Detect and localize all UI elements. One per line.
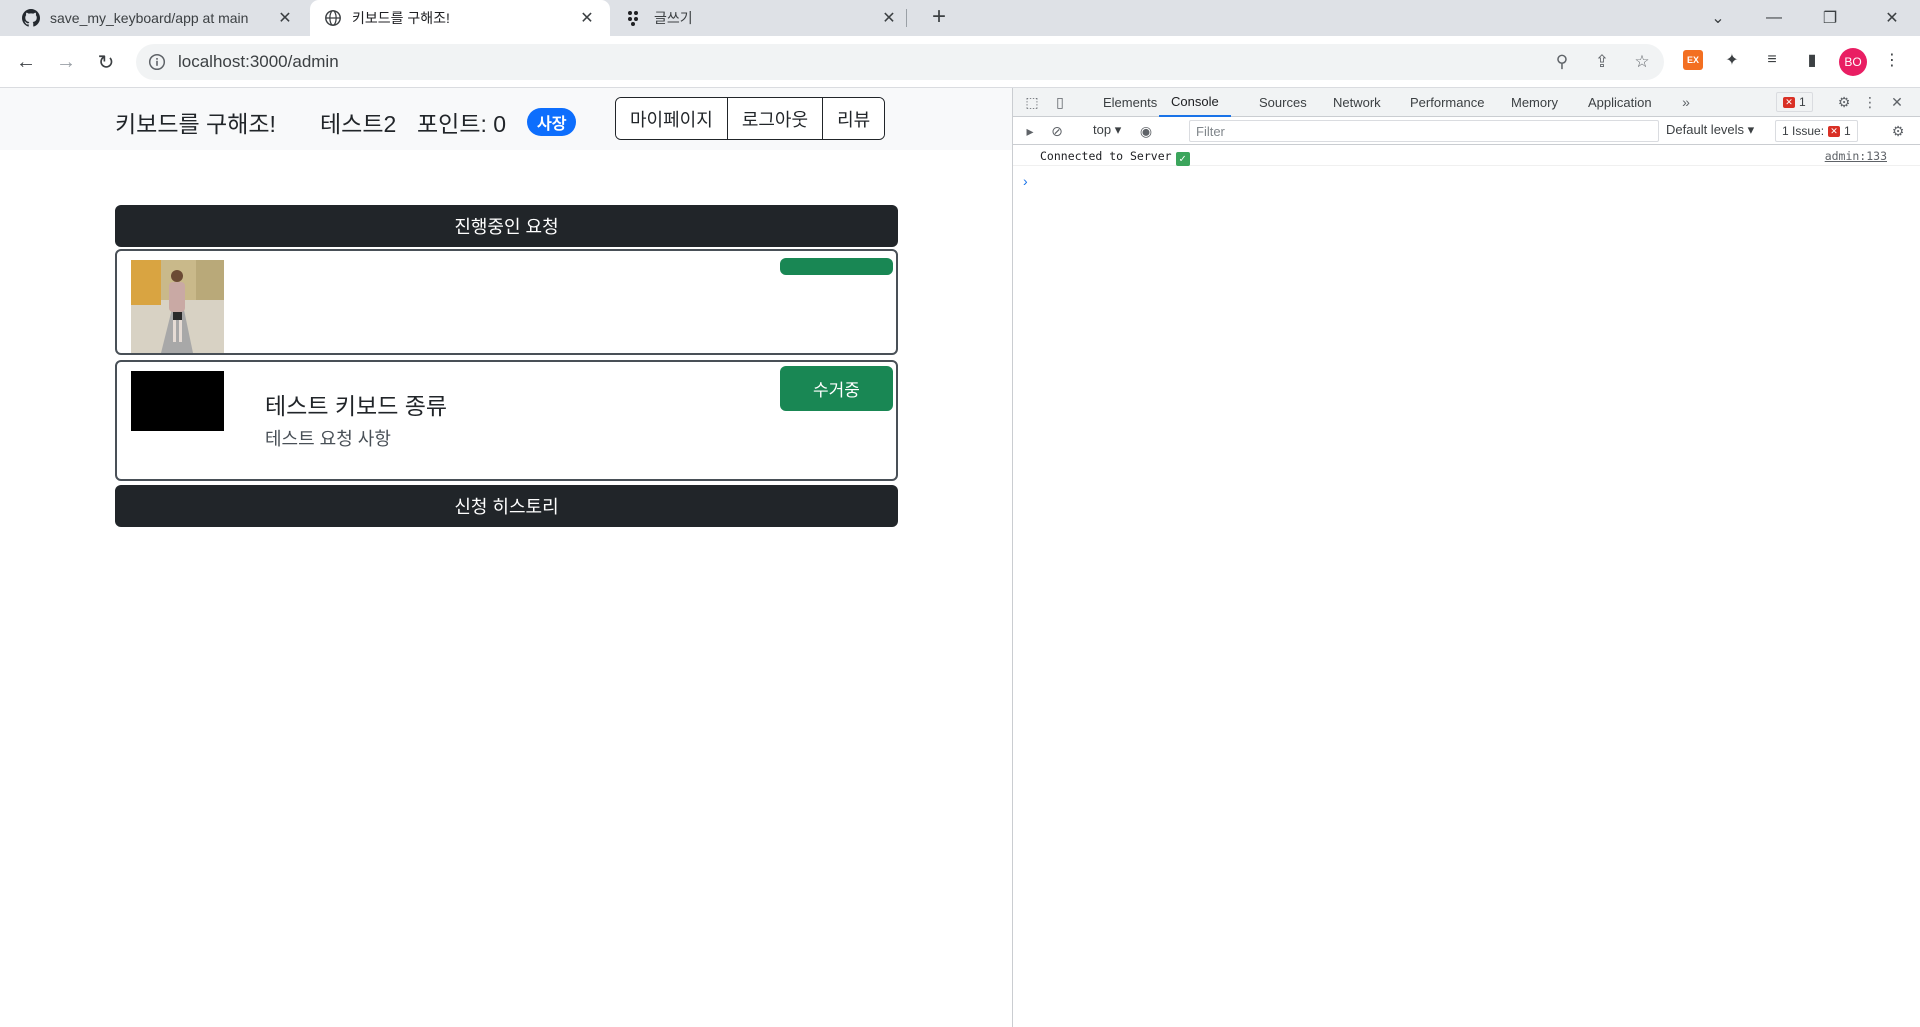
context-selector[interactable]: top ▾ [1093,122,1121,138]
request-card: 테스트 키보드 종류 테스트 요청 사항 수거중 [115,360,898,481]
request-card [115,249,898,355]
tab-title: 키보드를 구해조! [352,10,450,26]
info-icon[interactable] [148,53,166,71]
devtools-tabbar: ⬚ ▯ Elements Console Sources Network Per… [1013,88,1920,117]
devtools-tab-application[interactable]: Application [1588,88,1652,117]
request-details: 테스트 요청 사항 [265,429,391,449]
devtools-tab-performance[interactable]: Performance [1410,88,1484,117]
nav-button-group: 마이페이지 로그아웃 리뷰 [615,97,886,140]
dots-icon [626,9,644,27]
console-sidebar-icon[interactable]: ▸ [1020,121,1040,141]
minimize-button[interactable]: — [1746,0,1802,36]
extension-badge-icon[interactable]: EX [1681,48,1705,72]
extension-badge-text: EX [1683,50,1703,70]
error-count: 1 [1799,95,1806,109]
site-navbar: 키보드를 구해조! 테스트2 포인트: 0 사장 마이페이지 로그아웃 리뷰 [0,88,1012,150]
browser-menu-icon[interactable]: ⋮ [1880,48,1904,72]
devtools-tab-memory[interactable]: Memory [1511,88,1558,117]
github-icon [22,9,40,27]
device-toolbar-icon[interactable]: ▯ [1050,92,1070,112]
issue-error-icon: ✕ [1828,125,1841,137]
media-queue-icon[interactable]: ≡ [1760,48,1784,72]
tab-close-icon[interactable]: ✕ [276,8,294,28]
restore-button[interactable]: ❐ [1802,0,1858,36]
log-levels-value: Default levels [1666,122,1745,137]
zoom-icon[interactable]: ⚲ [1552,52,1572,72]
error-counter[interactable]: ✕ 1 [1776,92,1813,112]
tab-close-icon[interactable]: ✕ [880,8,898,28]
tab-github[interactable]: save_my_keyboard/app at main ✕ [8,0,308,36]
issues-label: 1 Issue: [1782,124,1825,138]
tab-title: 글쓰기 [654,10,693,26]
settings-gear-icon[interactable]: ⚙ [1834,92,1854,112]
request-thumbnail [131,260,224,353]
history-header[interactable]: 신청 히스토리 [115,485,898,527]
points-label: 포인트: 0 [417,111,507,137]
back-arrow-icon[interactable]: ← [12,48,40,76]
tab-separator [906,9,907,27]
globe-icon [324,9,342,27]
keyboard-type: 테스트 키보드 종류 [265,393,448,419]
close-devtools-icon[interactable]: ✕ [1887,92,1907,112]
address-bar[interactable]: localhost:3000/admin ⚲ ⇪ ☆ [136,44,1664,80]
issues-count: 1 [1844,124,1851,138]
devtools-panel: ⬚ ▯ Elements Console Sources Network Per… [1012,88,1920,1027]
console-settings-gear-icon[interactable]: ⚙ [1888,121,1908,141]
issues-button[interactable]: 1 Issue: ✕ 1 [1775,120,1858,142]
inspect-element-icon[interactable]: ⬚ [1022,92,1042,112]
side-panel-icon[interactable]: ▮ [1800,48,1824,72]
check-mark-icon: ✓ [1175,151,1190,166]
console-message-text: Connected to Server [1040,149,1172,163]
review-button[interactable]: 리뷰 [822,98,885,139]
devtools-tab-sources[interactable]: Sources [1259,88,1307,117]
console-message-row: Connected to Server ✓ admin:133 [1013,146,1920,166]
log-levels-select[interactable]: Default levels ▾ [1666,122,1754,138]
devtools-tab-elements[interactable]: Elements [1103,88,1157,117]
devtools-menu-icon[interactable]: ⋮ [1860,92,1880,112]
devtools-tab-network[interactable]: Network [1333,88,1381,117]
request-thumbnail [131,371,224,431]
live-expression-eye-icon[interactable]: ◉ [1136,121,1156,141]
tab-close-icon[interactable]: ✕ [578,8,596,28]
user-name: 테스트2 [320,111,397,137]
tab-write[interactable]: 글쓰기 ✕ [612,0,912,36]
puzzle-extensions-icon[interactable]: ✦ [1720,48,1744,72]
profile-avatar[interactable]: BO [1839,48,1867,76]
reload-icon[interactable]: ↻ [92,48,120,76]
tab-search-chevron-icon[interactable]: ⌄ [1690,0,1746,36]
tab-title: save_my_keyboard/app at main [50,10,249,26]
tab-strip: save_my_keyboard/app at main ✕ 키보드를 구해조!… [0,0,1920,36]
page-content: 키보드를 구해조! 테스트2 포인트: 0 사장 마이페이지 로그아웃 리뷰 진… [0,88,1012,1027]
more-tabs-chevron-icon[interactable]: » [1676,92,1696,112]
console-message: Connected to Server ✓ [1040,149,1190,166]
in-progress-header[interactable]: 진행중인 요청 [115,205,898,247]
forward-arrow-icon[interactable]: → [52,48,80,76]
close-window-button[interactable]: ✕ [1864,0,1920,36]
console-source-link[interactable]: admin:133 [1825,149,1887,163]
devtools-tab-console[interactable]: Console [1159,88,1231,117]
share-icon[interactable]: ⇪ [1592,52,1612,72]
console-filterbar: ▸ ⊘ top ▾ ◉ Filter Default levels ▾ 1 Is… [1013,117,1920,145]
url-text: localhost:3000/admin [178,52,339,71]
error-icon: ✕ [1783,96,1795,108]
status-button[interactable] [780,258,893,275]
browser-toolbar: ← → ↻ localhost:3000/admin ⚲ ⇪ ☆ EX ✦ ≡ … [0,36,1920,88]
tab-active[interactable]: 키보드를 구해조! ✕ [310,0,610,36]
status-button[interactable]: 수거중 [780,366,893,411]
new-tab-button[interactable]: + [925,4,953,32]
site-brand[interactable]: 키보드를 구해조! [115,105,276,139]
role-badge: 사장 [527,108,577,136]
mypage-button[interactable]: 마이페이지 [616,98,727,139]
console-filter-input[interactable]: Filter [1189,120,1659,142]
bookmark-star-icon[interactable]: ☆ [1632,52,1652,72]
console-prompt-chevron-icon[interactable]: › [1023,173,1028,189]
clear-console-icon[interactable]: ⊘ [1047,121,1067,141]
context-value: top [1093,122,1112,137]
logout-button[interactable]: 로그아웃 [726,98,823,139]
